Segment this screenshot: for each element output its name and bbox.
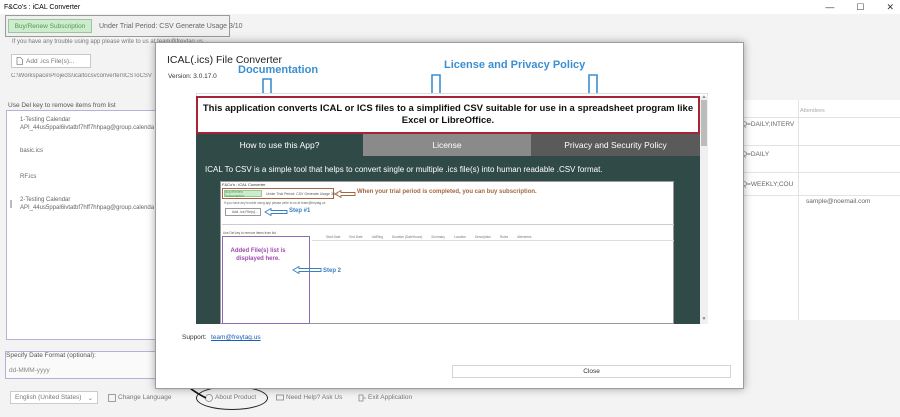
support-label: Support: bbox=[182, 334, 207, 341]
tutorial-list-label: Use Del key to remove items from list bbox=[223, 231, 276, 235]
left-arrow-icon bbox=[334, 190, 356, 198]
title-bar: F&Co's : iCAL Converter — ☐ ✕ bbox=[0, 0, 900, 14]
events-grid[interactable] bbox=[740, 100, 900, 320]
tutorial-grid-header: Start Date End Date UidRing Duration (Da… bbox=[312, 233, 674, 241]
list-hint: Use Del key to remove items from list bbox=[8, 102, 116, 109]
date-format-input[interactable]: dd-MMM-yyyy bbox=[9, 367, 50, 374]
grid-divider bbox=[798, 100, 799, 320]
list-item[interactable]: API_44us5ppal6ivtatbf7hff7hhpag@group.ca… bbox=[20, 204, 154, 212]
support-email-link[interactable]: team@freytag.us bbox=[211, 334, 261, 341]
tutorial-added-note: Added File(s) list is displayed here. bbox=[230, 248, 286, 262]
chevron-down-icon: ⌄ bbox=[87, 394, 93, 402]
need-help-label: Need Help? Ask Us bbox=[286, 394, 343, 401]
dialog-version: Version: 3.0.17.0 bbox=[168, 73, 217, 80]
list-item[interactable]: RF.ics bbox=[20, 173, 154, 181]
need-help-button[interactable]: Need Help? Ask Us bbox=[276, 391, 342, 404]
language-select[interactable]: English (United States) ⌄ bbox=[10, 391, 98, 404]
window-title: F&Co's : iCAL Converter bbox=[4, 3, 81, 11]
tutorial-trial-note: When your trial period is completed, you… bbox=[357, 189, 537, 195]
change-language-button[interactable]: Change Language bbox=[108, 391, 172, 404]
scroll-up-icon[interactable]: ▲ bbox=[700, 94, 708, 100]
document-icon bbox=[16, 57, 23, 65]
grid-cell: Q=DAILY bbox=[742, 151, 770, 158]
add-files-label: Add .ics File(s)... bbox=[26, 57, 75, 65]
tutorial-col: Rules bbox=[499, 234, 509, 239]
tutorial-buy-button: Buy/Renew Subscription bbox=[224, 190, 262, 198]
buy-subscription-button[interactable]: Buy/Renew Subscription bbox=[8, 19, 92, 33]
grid-cell: Q=DAILY;INTERV bbox=[742, 121, 795, 128]
grid-line bbox=[740, 172, 900, 173]
scroll-down-icon[interactable]: ▼ bbox=[700, 316, 708, 322]
grid-header-attendees: Attendees bbox=[800, 108, 825, 114]
exit-icon bbox=[358, 394, 366, 401]
minimize-button[interactable]: — bbox=[825, 2, 834, 13]
language-icon bbox=[108, 393, 116, 402]
change-language-label: Change Language bbox=[118, 394, 172, 401]
add-files-button[interactable]: Add .ics File(s)... bbox=[11, 54, 91, 68]
folder-path: C:\Workspace\Projects\icaltocsvconverter… bbox=[11, 73, 152, 79]
tab-how-to-use[interactable]: How to use this App? bbox=[196, 134, 363, 156]
window-controls: — ☐ ✕ bbox=[825, 2, 894, 13]
list-item[interactable]: API_44us5ppal6ivtatbf7hff7hhpag@group.ca… bbox=[20, 124, 154, 132]
list-item[interactable]: 1-Testing Calendar bbox=[20, 116, 154, 124]
tutorial-support-hint: If you have any trouble using app please… bbox=[224, 201, 326, 205]
grid-cell-attendee: sample@noemail.com bbox=[806, 198, 871, 205]
scrollbar-thumb[interactable] bbox=[701, 100, 707, 146]
help-icon bbox=[276, 394, 284, 400]
selection-marker bbox=[10, 200, 12, 208]
language-value: English (United States) bbox=[15, 394, 82, 401]
app-description-banner: This application converts ICAL or ICS fi… bbox=[196, 96, 700, 134]
close-dialog-button[interactable]: Close bbox=[452, 365, 731, 378]
tutorial-window-title: F&Co's : iCAL Converter bbox=[222, 182, 266, 187]
list-item[interactable]: basic.ics bbox=[20, 147, 154, 155]
tutorial-step-1: Step #1 bbox=[289, 208, 311, 214]
grid-cell: Q=WEEKLY;COU bbox=[742, 181, 794, 188]
file-list[interactable] bbox=[6, 110, 156, 340]
grid-line bbox=[740, 117, 900, 118]
list-item[interactable]: 2-Testing Calendar bbox=[20, 196, 154, 204]
annotation-license-privacy: License and Privacy Policy bbox=[444, 59, 586, 71]
tutorial-col: End Date bbox=[349, 234, 363, 239]
exit-label: Exit Application bbox=[368, 394, 413, 401]
tutorial-col: Location bbox=[453, 234, 466, 239]
close-window-button[interactable]: ✕ bbox=[886, 2, 894, 13]
annotation-documentation: Documentation bbox=[238, 64, 319, 76]
tutorial-col: Duration (DateHours) bbox=[392, 234, 423, 239]
tab-license[interactable]: License bbox=[363, 134, 531, 156]
tab-privacy[interactable]: Privacy and Security Policy bbox=[531, 134, 700, 156]
tutorial-separator bbox=[222, 224, 674, 225]
grid-line bbox=[740, 195, 900, 196]
date-format-label: Specify Date Format (optional): bbox=[6, 352, 96, 359]
tutorial-col: Description bbox=[475, 234, 491, 239]
help-tabs: How to use this App? License Privacy and… bbox=[196, 134, 700, 156]
intro-text: ICAL To CSV is a simple tool that helps … bbox=[205, 165, 603, 174]
exit-button[interactable]: Exit Application bbox=[358, 391, 412, 404]
trial-status: Under Trial Period: CSV Generate Usage 3… bbox=[99, 23, 243, 30]
maximize-button[interactable]: ☐ bbox=[856, 2, 864, 13]
tutorial-col: Attendees bbox=[517, 234, 532, 239]
tutorial-step-2: Step 2 bbox=[323, 268, 342, 274]
left-arrow-icon bbox=[264, 208, 288, 216]
grid-line bbox=[740, 145, 900, 146]
tutorial-add-button: Add .ics File(s)... bbox=[225, 208, 261, 216]
tutorial-trial-text: Under Trial Period: CSV Generate Usage 3… bbox=[266, 192, 338, 196]
tutorial-col: Start Date bbox=[326, 234, 341, 239]
left-arrow-icon bbox=[292, 266, 322, 274]
tutorial-col: UidRing bbox=[371, 234, 383, 239]
tutorial-col: Summary bbox=[431, 234, 445, 239]
